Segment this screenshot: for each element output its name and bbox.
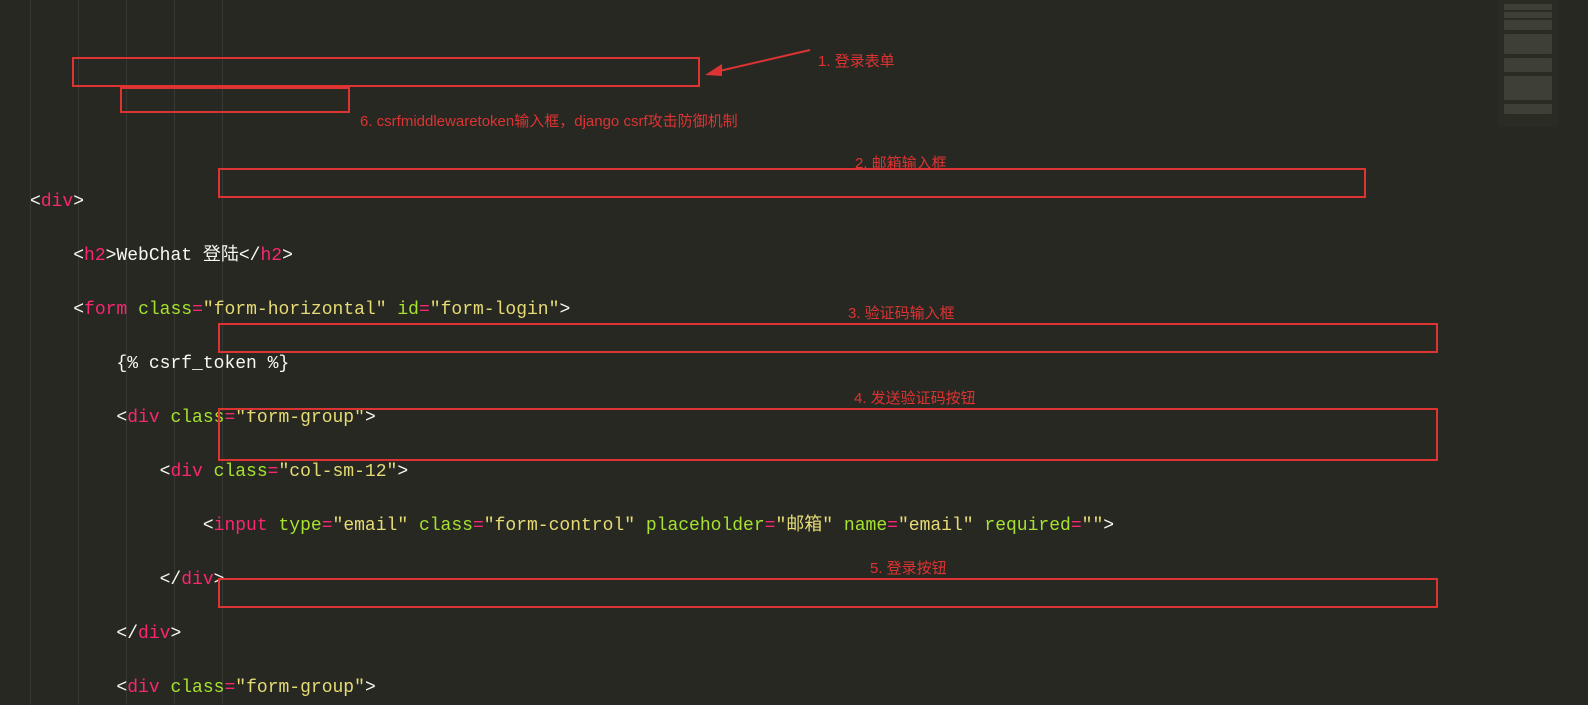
annotation-6: 6. csrfmiddlewaretoken输入框，django csrf攻击防…: [360, 108, 738, 135]
highlight-box-csrf: [120, 87, 350, 113]
highlight-box-code-input: [218, 323, 1438, 353]
annotation-5: 5. 登录按钮: [870, 555, 947, 582]
annotation-1: 1. 登录表单: [818, 48, 895, 75]
code-line: <div>: [30, 189, 1558, 216]
highlight-box-form-tag: [72, 57, 700, 87]
annotation-4: 4. 发送验证码按钮: [854, 385, 976, 412]
code-line: <div class="form-group">: [30, 675, 1558, 702]
minimap[interactable]: [1498, 0, 1558, 705]
code-line: <h2>WebChat 登陆</h2>: [30, 243, 1558, 270]
code-line: </div>: [30, 567, 1558, 594]
code-line: <div class="col-sm-12">: [30, 459, 1558, 486]
code-editor[interactable]: <div> <h2>WebChat 登陆</h2> <form class="f…: [0, 0, 1558, 705]
code-line: <div class="form-group">: [30, 405, 1558, 432]
code-line: <input type="email" class="form-control"…: [30, 513, 1558, 540]
code-line: </div>: [30, 621, 1558, 648]
code-line: {% csrf_token %}: [30, 351, 1558, 378]
annotation-3: 3. 验证码输入框: [848, 300, 955, 327]
code-line: <form class="form-horizontal" id="form-l…: [30, 297, 1558, 324]
annotation-2: 2. 邮箱输入框: [855, 150, 947, 177]
annotation-arrow: [700, 40, 820, 80]
